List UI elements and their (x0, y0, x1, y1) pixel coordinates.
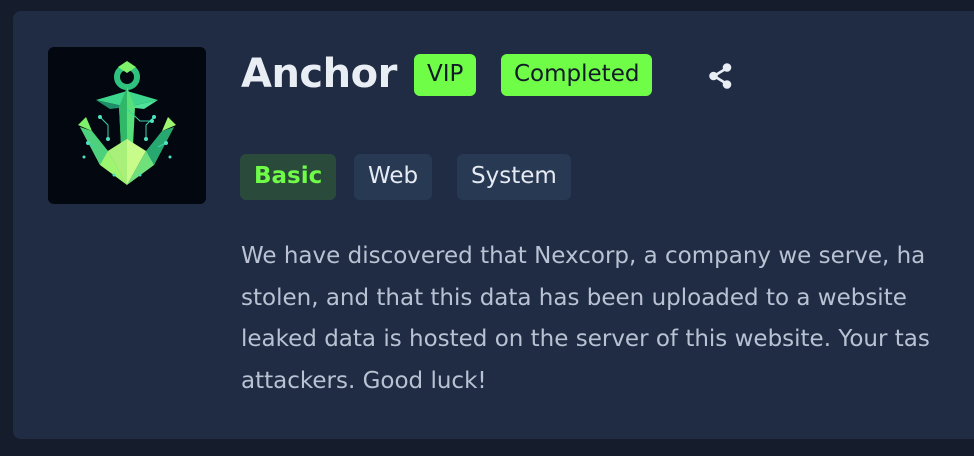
description-line: We have discovered that Nexcorp, a compa… (241, 243, 926, 269)
share-button[interactable] (705, 60, 737, 92)
tag-web[interactable]: Web (354, 154, 433, 200)
anchor-logo-icon (78, 61, 176, 185)
room-card: Anchor VIP Completed Basic Web System We… (13, 11, 974, 439)
description-line: stolen, and that this data has been uplo… (241, 284, 907, 311)
tag-system[interactable]: System (457, 154, 571, 200)
room-description: We have discovered that Nexcorp, a compa… (241, 236, 974, 402)
tag-basic[interactable]: Basic (240, 154, 337, 200)
share-icon (709, 63, 732, 89)
completed-badge: Completed (501, 54, 653, 96)
room-title: Anchor (241, 51, 397, 97)
description-line: leaked data is hosted on the server of t… (241, 326, 930, 352)
vip-badge: VIP (414, 54, 477, 96)
description-line: attackers. Good luck! (241, 367, 487, 394)
room-logo (48, 47, 206, 204)
